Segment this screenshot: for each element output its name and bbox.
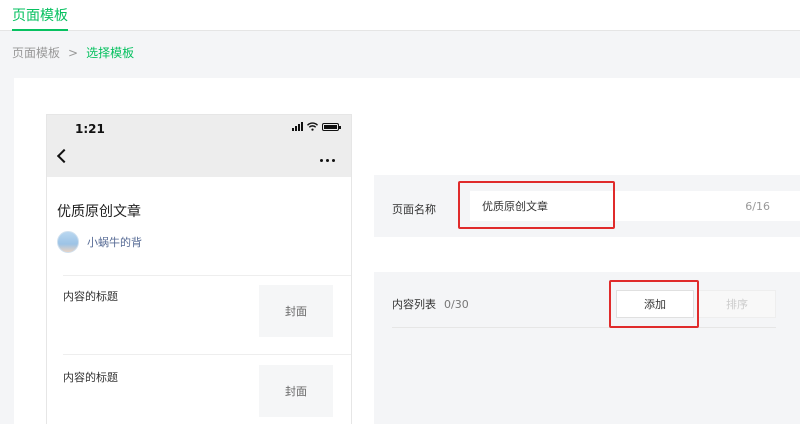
phone-header: 1:21: [47, 115, 351, 177]
divider: [392, 327, 776, 328]
back-icon[interactable]: [56, 148, 72, 164]
page-name-label: 页面名称: [392, 203, 436, 216]
page-name-panel: 页面名称 6/16: [374, 175, 800, 237]
status-time: 1:21: [75, 122, 105, 136]
divider: [63, 354, 351, 355]
breadcrumb-current: 选择模板: [86, 46, 135, 60]
content-list-title: 内容列表: [392, 298, 436, 311]
top-bar: 页面模板: [0, 0, 800, 31]
battery-icon: [322, 123, 341, 131]
status-icons: [292, 122, 341, 131]
avatar: [57, 231, 79, 253]
list-item-title: 内容的标题: [63, 371, 118, 384]
breadcrumb-parent[interactable]: 页面模板: [12, 44, 60, 61]
content-list-label: 内容列表 0/30: [392, 296, 469, 312]
divider: [63, 275, 351, 276]
phone-preview: 1:21 优质原创文章 小蜗牛的背 内容的标题 封面 内容的标题 封面: [46, 114, 352, 424]
signal-icon: [292, 122, 303, 131]
add-button[interactable]: 添加: [616, 290, 694, 318]
breadcrumb: 页面模板 > 选择模板: [12, 44, 134, 61]
sort-button[interactable]: 排序: [698, 290, 776, 318]
author-name[interactable]: 小蜗牛的背: [87, 234, 142, 250]
list-item-cover: 封面: [259, 285, 333, 337]
author-row: 小蜗牛的背: [57, 231, 142, 253]
tab-page-templates[interactable]: 页面模板: [12, 5, 68, 31]
list-item-cover: 封面: [259, 365, 333, 417]
content-list-count: 0/30: [444, 298, 469, 311]
content-list-panel: 内容列表 0/30 添加 排序: [374, 272, 800, 424]
article-title: 优质原创文章: [57, 204, 141, 220]
list-item-title: 内容的标题: [63, 290, 118, 303]
page-name-counter: 6/16: [745, 200, 770, 213]
more-icon[interactable]: [320, 159, 335, 162]
wifi-icon: [307, 122, 318, 131]
breadcrumb-separator-icon: >: [68, 45, 79, 60]
